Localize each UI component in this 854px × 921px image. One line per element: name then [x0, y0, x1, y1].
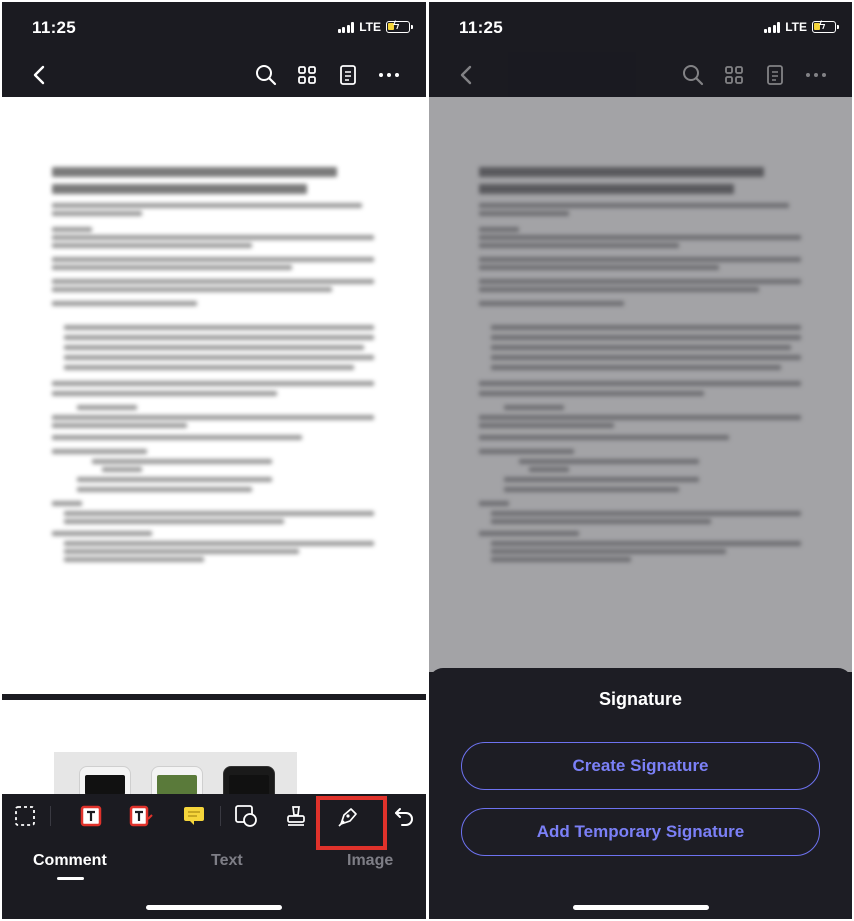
note-icon[interactable]	[180, 802, 208, 830]
signature-tool-highlight	[316, 796, 387, 850]
home-indicator	[572, 905, 709, 910]
right-screen: 11:25 LTE ϟ Signature Create Signature A…	[429, 2, 852, 919]
blurred-document-text	[2, 97, 426, 697]
battery-icon: ϟ	[386, 19, 413, 33]
signal-icon	[763, 21, 781, 33]
add-temporary-signature-button[interactable]: Add Temporary Signature	[461, 808, 820, 856]
text-callout-icon[interactable]	[127, 802, 155, 830]
active-tab-indicator	[57, 877, 84, 880]
text-box-icon[interactable]	[77, 802, 105, 830]
top-navbar	[2, 52, 426, 97]
document-page-2[interactable]	[2, 700, 426, 800]
document-page[interactable]	[2, 97, 426, 697]
blurred-document-text	[429, 97, 852, 672]
document-page-dimmed	[429, 97, 852, 672]
mode-tabs: Comment Text Image	[2, 850, 426, 890]
status-time: 11:25	[459, 18, 504, 37]
search-icon[interactable]	[680, 62, 706, 88]
status-bar: 11:25 LTE ϟ	[2, 2, 426, 52]
thumbnails-icon[interactable]	[294, 62, 320, 88]
search-icon[interactable]	[253, 62, 279, 88]
create-signature-button[interactable]: Create Signature	[461, 742, 820, 790]
outline-icon[interactable]	[762, 62, 788, 88]
status-indicators: LTE ϟ	[337, 19, 413, 34]
select-icon[interactable]	[11, 802, 39, 830]
undo-icon[interactable]	[390, 802, 418, 830]
tab-comment[interactable]: Comment	[33, 852, 107, 870]
top-navbar	[429, 52, 852, 97]
status-time: 11:25	[32, 18, 77, 37]
battery-icon: ϟ	[812, 19, 839, 33]
signal-icon	[337, 21, 355, 33]
home-indicator	[146, 905, 282, 910]
network-label: LTE	[359, 20, 381, 34]
more-icon[interactable]	[376, 62, 402, 88]
back-icon[interactable]	[26, 62, 52, 88]
tab-text[interactable]: Text	[211, 852, 243, 870]
status-indicators: LTE ϟ	[763, 19, 839, 34]
embedded-phones-image	[54, 752, 297, 800]
outline-icon[interactable]	[335, 62, 361, 88]
thumbnails-icon[interactable]	[721, 62, 747, 88]
back-icon[interactable]	[453, 62, 479, 88]
shape-icon[interactable]	[232, 802, 260, 830]
more-icon[interactable]	[803, 62, 829, 88]
status-bar: 11:25 LTE ϟ	[429, 2, 852, 52]
tab-image[interactable]: Image	[347, 852, 393, 870]
stamp-icon[interactable]	[282, 802, 310, 830]
left-screen: 11:25 LTE ϟ Comment Text Image	[2, 2, 426, 919]
network-label: LTE	[785, 20, 807, 34]
signature-sheet: Signature Create Signature Add Temporary…	[429, 668, 852, 919]
sheet-title: Signature	[598, 689, 682, 709]
screenshot-frame: 11:25 LTE ϟ Comment Text Image 11:25 LTE…	[0, 0, 854, 921]
